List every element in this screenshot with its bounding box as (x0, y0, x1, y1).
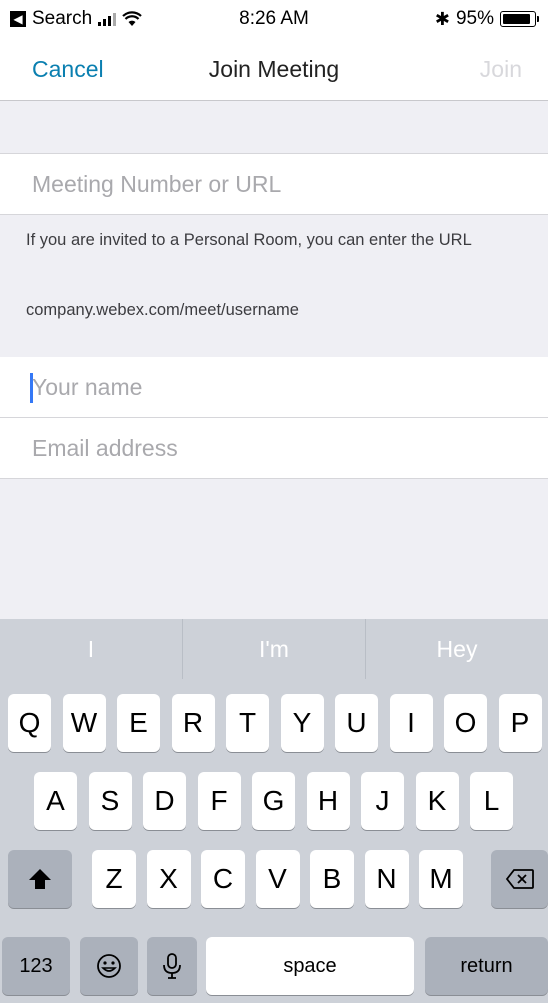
key-q[interactable]: Q (8, 694, 51, 752)
shift-icon (29, 869, 51, 889)
suggestion-bar: I I'm Hey (0, 619, 548, 679)
page-title: Join Meeting (208, 56, 340, 82)
email-field[interactable]: Email address (0, 418, 548, 479)
key-o[interactable]: O (444, 694, 487, 752)
backspace-icon (505, 869, 534, 889)
key-g[interactable]: G (252, 772, 295, 830)
return-key[interactable]: return (425, 937, 548, 995)
key-k[interactable]: K (415, 772, 459, 830)
join-button[interactable]: Join (480, 56, 522, 83)
name-placeholder: Your name (32, 374, 143, 400)
email-placeholder: Email address (32, 435, 178, 461)
status-right: ✱ 95% (434, 8, 539, 30)
keyboard: I I'm Hey 123 space return QWERTYUIOPASD… (0, 619, 548, 1003)
battery-icon (500, 11, 539, 27)
key-j[interactable]: J (361, 772, 404, 830)
meeting-number-field[interactable]: Meeting Number or URL (0, 154, 548, 215)
space-key[interactable]: space (206, 937, 414, 995)
dictation-key[interactable] (147, 937, 197, 995)
key-z[interactable]: Z (92, 850, 136, 908)
key-r[interactable]: R (171, 694, 215, 752)
key-e[interactable]: E (117, 694, 160, 752)
delete-key[interactable] (491, 850, 548, 908)
key-x[interactable]: X (146, 850, 191, 908)
nav-bar: Cancel Join Meeting Join (0, 36, 548, 101)
emoji-icon (97, 954, 121, 978)
microphone-icon (163, 953, 181, 979)
key-t[interactable]: T (226, 694, 269, 752)
key-u[interactable]: U (335, 694, 378, 752)
suggestion-item[interactable]: Hey (366, 619, 548, 679)
suggestion-item[interactable]: I (0, 619, 182, 679)
key-f[interactable]: F (197, 772, 241, 830)
key-b[interactable]: B (310, 850, 354, 908)
key-y[interactable]: Y (280, 694, 324, 752)
key-h[interactable]: H (306, 772, 350, 830)
name-field[interactable]: Your name (0, 357, 548, 418)
key-v[interactable]: V (255, 850, 300, 908)
key-n[interactable]: N (364, 850, 409, 908)
info-example-url: company.webex.com/meet/username (26, 301, 299, 319)
key-c[interactable]: C (201, 850, 245, 908)
info-section: If you are invited to a Personal Room, y… (0, 215, 548, 357)
bluetooth-icon: ✱ (434, 8, 450, 29)
key-s[interactable]: S (88, 772, 132, 830)
meeting-number-placeholder: Meeting Number or URL (32, 171, 282, 197)
empty-area (0, 479, 548, 619)
key-p[interactable]: P (498, 694, 542, 752)
shift-key[interactable] (8, 850, 72, 908)
numbers-key[interactable]: 123 (2, 937, 70, 995)
battery-percent: 95% (455, 8, 494, 29)
info-text: If you are invited to a Personal Room, y… (26, 231, 472, 249)
key-w[interactable]: W (62, 694, 106, 752)
key-i[interactable]: I (389, 694, 433, 752)
key-a[interactable]: A (34, 772, 77, 830)
key-d[interactable]: D (143, 772, 186, 830)
emoji-key[interactable] (80, 937, 138, 995)
suggestion-item[interactable]: I'm (183, 619, 365, 679)
key-m[interactable]: M (419, 850, 463, 908)
key-l[interactable]: L (470, 772, 513, 830)
section-spacer (0, 101, 548, 154)
status-bar: ◀ Search 8:26 AM ✱ 95% (0, 0, 548, 36)
